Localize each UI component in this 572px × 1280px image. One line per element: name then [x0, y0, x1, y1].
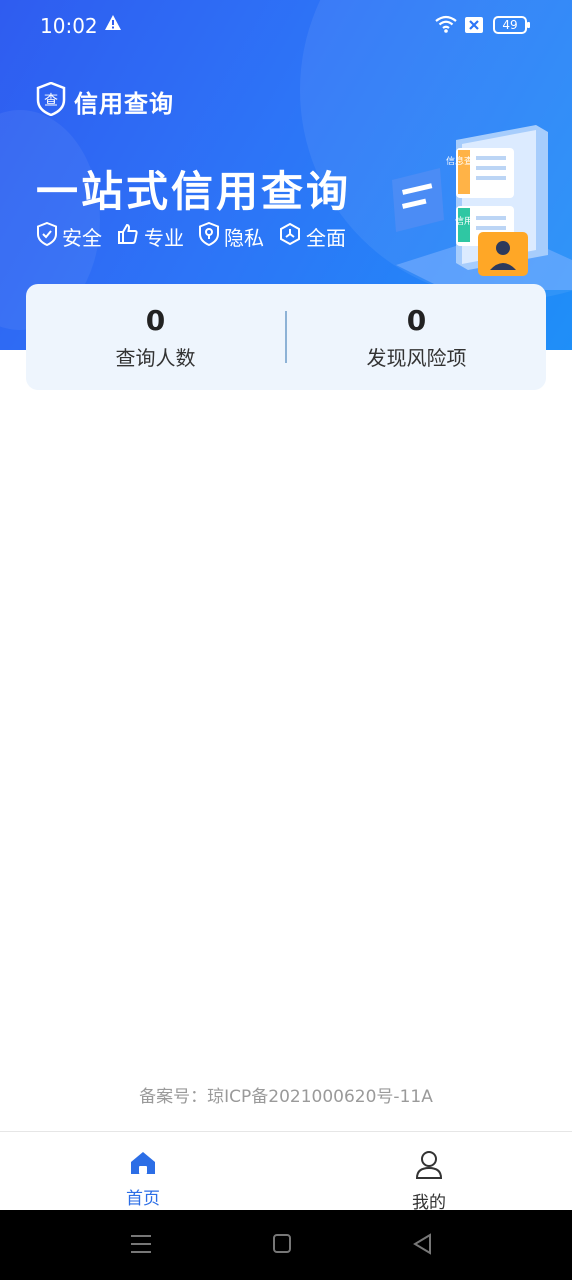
feature-item: 专业: [116, 222, 184, 251]
stat-value: 0: [406, 303, 427, 337]
privacy-shield-icon: [198, 221, 224, 251]
feature-list: 安全 专业 隐私 全面: [36, 221, 360, 251]
hero-headline: 一站式信用查询: [36, 167, 352, 216]
stat-label: 查询人数: [115, 345, 196, 370]
credit-illustration: 信息查询 信用: [386, 120, 572, 290]
svg-text:信用: 信用: [455, 215, 473, 227]
status-time: 10:02: [40, 14, 98, 38]
home-nav-button[interactable]: [272, 1232, 292, 1260]
back-nav-button[interactable]: [412, 1232, 432, 1260]
stats-card: 0 查询人数 0 发现风险项: [26, 284, 546, 390]
bottom-tab-bar: 首页 我的: [0, 1131, 572, 1213]
brand-name: 信用查询: [74, 89, 174, 118]
feature-label: 隐私: [224, 226, 264, 250]
stat-query-count: 0 查询人数: [26, 304, 285, 371]
status-bar: 10:02 49: [0, 0, 572, 52]
stat-value: 0: [145, 303, 166, 337]
stat-risk-count: 0 发现风险项: [287, 304, 546, 371]
feature-label: 安全: [62, 226, 102, 250]
tab-me[interactable]: 我的: [369, 1150, 489, 1213]
feature-item: 安全: [36, 221, 102, 251]
shield-check-icon: [36, 221, 62, 251]
battery-indicator: 49: [493, 16, 530, 34]
feature-label: 全面: [306, 226, 346, 250]
hexagon-icon: [278, 222, 306, 251]
brand-header: 查 信用查询: [36, 81, 174, 120]
home-icon: [129, 1152, 157, 1180]
brand-logo-icon: 查: [36, 81, 66, 120]
tab-home[interactable]: 首页: [83, 1150, 203, 1209]
stat-label: 发现风险项: [366, 345, 467, 370]
feature-label: 专业: [144, 226, 184, 250]
thumbs-up-icon: [116, 222, 144, 251]
warning-icon: [104, 14, 122, 36]
wifi-icon: [434, 14, 458, 38]
menu-button[interactable]: [130, 1232, 152, 1260]
feature-item: 隐私: [198, 221, 264, 251]
no-sim-icon: [464, 16, 484, 38]
system-nav-bar: [0, 1210, 572, 1280]
icp-record: 备案号：琼ICP备2021000620号-11A: [139, 1087, 433, 1107]
feature-item: 全面: [278, 222, 346, 251]
svg-text:查: 查: [44, 93, 58, 109]
tab-label: 首页: [126, 1189, 160, 1209]
user-icon: [415, 1151, 443, 1184]
